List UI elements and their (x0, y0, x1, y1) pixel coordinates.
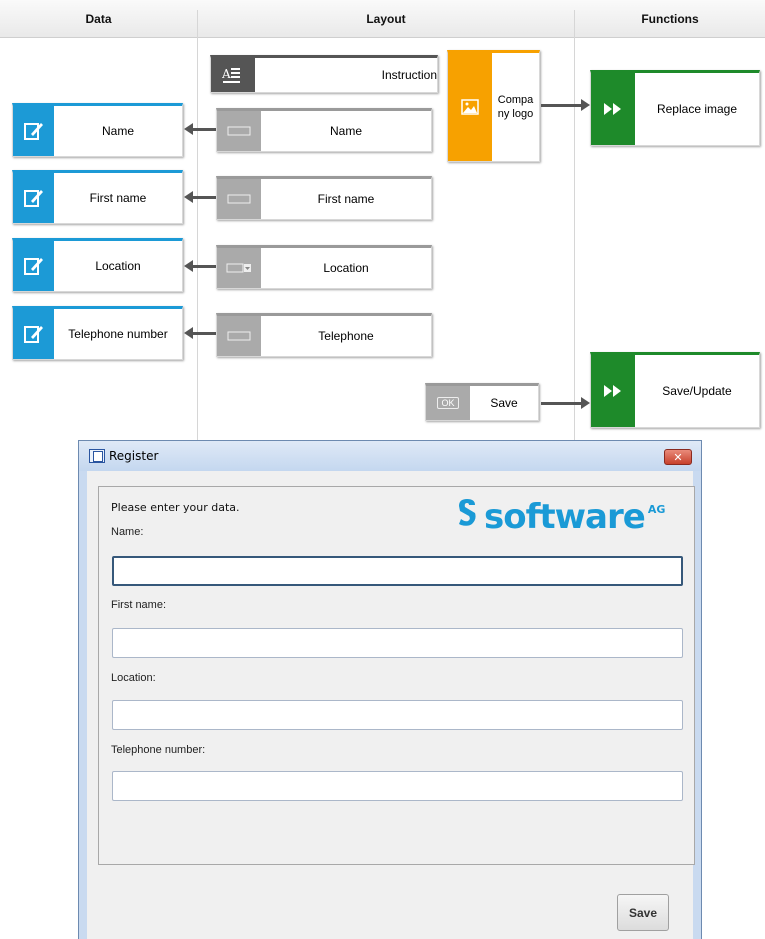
data-object-name[interactable]: Name (12, 103, 183, 157)
svg-text:A: A (222, 67, 231, 81)
data-object-label: Name (101, 124, 134, 138)
layout-combobox-location[interactable]: Location (216, 245, 432, 289)
instruction-object[interactable]: A Instruction (210, 55, 438, 93)
column-divider (574, 10, 575, 440)
telephone-field[interactable] (112, 771, 683, 801)
name-label: Name: (111, 526, 144, 538)
location-label: Location: (111, 672, 156, 684)
ok-button-icon: OK (426, 386, 470, 420)
arrow-left (184, 191, 216, 203)
layout-input-label: First name (317, 192, 375, 206)
layout-input-name[interactable]: Name (216, 108, 432, 152)
column-header-layout: Layout (366, 12, 406, 26)
instruction-label: Instruction (381, 68, 437, 82)
edit-icon (13, 309, 54, 359)
logo-text: software (484, 497, 646, 537)
company-logo-label: Compa ny logo (497, 94, 534, 120)
edit-icon (13, 173, 54, 223)
image-icon (448, 53, 492, 161)
model-stage: Data Layout Functions A Instruction Name… (0, 0, 765, 939)
layout-button-label: Save (490, 396, 518, 410)
column-divider (197, 10, 198, 440)
data-object-location[interactable]: Location (12, 238, 183, 292)
column-header-data: Data (85, 12, 112, 26)
layout-image-company-logo[interactable]: Compa ny logo (447, 50, 540, 162)
telephone-label: Telephone number: (111, 744, 206, 756)
fast-forward-icon (591, 73, 635, 145)
layout-input-label: Name (329, 124, 362, 138)
data-object-label: Telephone number (68, 327, 168, 341)
form-panel: Please enter your data. software AG Name:… (98, 486, 695, 865)
dialog-body: Please enter your data. software AG Name:… (87, 471, 695, 939)
textbox-icon (217, 316, 261, 356)
text-icon: A (211, 58, 255, 92)
edit-icon (13, 241, 54, 291)
instruction-text: Please enter your data. (111, 501, 240, 514)
window-icon (89, 449, 105, 463)
function-label: Replace image (656, 102, 738, 116)
layout-input-first-name[interactable]: First name (216, 176, 432, 220)
column-header-functions: Functions (641, 12, 699, 26)
arrow-right (541, 397, 590, 409)
data-object-telephone[interactable]: Telephone number (12, 306, 183, 360)
fast-forward-icon (591, 355, 635, 427)
logo-superscript: AG (647, 503, 666, 516)
first-name-label: First name: (111, 599, 167, 611)
dialog-titlebar[interactable]: Register ✕ (79, 441, 701, 471)
location-field[interactable] (112, 700, 683, 730)
arrow-left (184, 260, 216, 272)
function-label: Save/Update (662, 384, 732, 398)
register-dialog: Register ✕ Please enter your data. softw… (78, 440, 702, 939)
textbox-icon (217, 111, 261, 151)
textbox-icon (217, 179, 261, 219)
arrow-right (541, 99, 590, 111)
layout-button-save[interactable]: OK Save (425, 383, 539, 421)
data-object-label: Location (95, 259, 141, 273)
name-field[interactable] (112, 556, 683, 586)
company-logo: software AG (456, 497, 665, 537)
function-replace-image[interactable]: Replace image (590, 70, 760, 146)
close-button[interactable]: ✕ (664, 449, 692, 465)
layout-input-label: Telephone (318, 329, 374, 343)
first-name-field[interactable] (112, 628, 683, 658)
ok-icon-text: OK (437, 397, 459, 409)
arrow-left (184, 327, 216, 339)
layout-input-label: Location (323, 261, 369, 275)
save-button[interactable]: Save (617, 894, 669, 931)
layout-input-telephone[interactable]: Telephone (216, 313, 432, 357)
edit-icon (13, 106, 54, 156)
combobox-icon (217, 248, 261, 288)
dialog-title: Register (109, 449, 159, 463)
function-save-update[interactable]: Save/Update (590, 352, 760, 428)
arrow-left (184, 123, 216, 135)
data-object-first-name[interactable]: First name (12, 170, 183, 224)
data-object-label: First name (89, 191, 147, 205)
